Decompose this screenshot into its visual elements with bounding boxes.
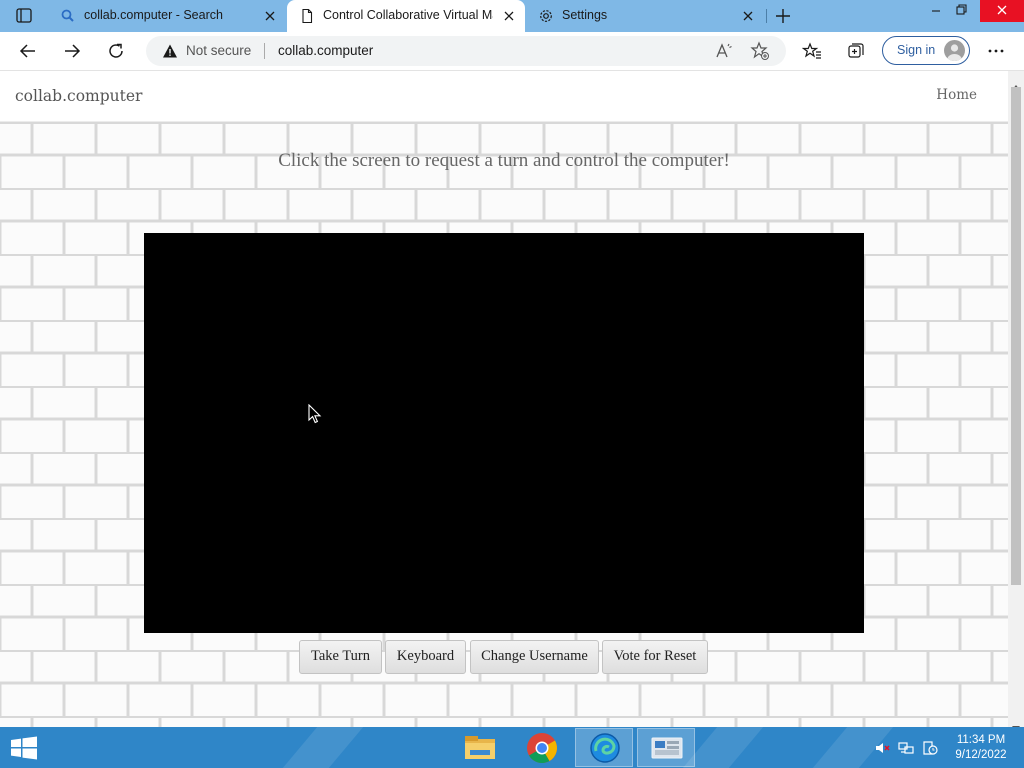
mouse-cursor-icon [308,403,322,424]
tab-collab-computer[interactable]: Control Collaborative Virtual Ma [287,0,525,32]
forward-icon[interactable] [62,41,82,61]
browser-tab-strip: collab.computer - Search Control Collabo… [0,0,1024,32]
sign-in-button[interactable]: Sign in [882,36,970,65]
collections-icon[interactable] [846,41,866,61]
window-close-icon[interactable] [980,0,1024,22]
tab-label: Control Collaborative Virtual Ma [323,8,493,22]
favorites-icon[interactable] [801,41,822,61]
action-center-icon[interactable] [922,740,938,756]
taskbar-decoration [282,727,364,768]
new-tab-icon[interactable] [772,6,794,26]
server-manager-icon[interactable] [637,728,695,767]
close-icon[interactable] [501,8,517,24]
file-explorer-icon[interactable] [451,728,509,767]
keyboard-button[interactable]: Keyboard [385,640,466,674]
system-clock[interactable]: 11:34 PM 9/12/2022 [948,733,1014,763]
network-icon[interactable] [898,740,914,756]
tab-label: Settings [562,8,608,22]
close-icon[interactable] [262,8,278,24]
headline-text: Click the screen to request a turn and c… [278,150,730,171]
take-turn-button[interactable]: Take Turn [299,640,382,674]
clock-date: 9/12/2022 [955,749,1007,761]
page-scrollbar[interactable] [1008,71,1024,731]
search-icon [60,8,76,24]
page-headline: Click the screen to request a turn and c… [0,150,1008,172]
nav-home-link[interactable]: Home [936,87,977,103]
gear-icon [538,8,554,24]
restore-icon[interactable] [946,0,976,22]
site-brand[interactable]: collab.computer [15,87,142,105]
refresh-icon[interactable] [106,41,126,61]
sign-in-label: Sign in [897,43,936,57]
tab-search[interactable]: collab.computer - Search [48,0,286,32]
warning-icon[interactable] [162,43,178,59]
more-menu-icon[interactable] [986,41,1006,61]
edge-icon[interactable] [575,728,633,767]
change-username-button[interactable]: Change Username [470,640,599,674]
url-text[interactable]: collab.computer [278,43,373,58]
scrollbar-thumb[interactable] [1011,87,1021,585]
address-bar[interactable]: Not secure collab.computer [146,36,786,66]
close-icon[interactable] [740,8,756,24]
tab-actions-icon[interactable] [8,6,40,26]
windows-taskbar: 11:34 PM 9/12/2022 [0,727,1024,768]
avatar-icon [944,40,965,61]
read-aloud-icon[interactable] [714,41,734,61]
tab-separator [766,9,767,23]
address-divider [264,43,265,59]
clock-time: 11:34 PM [956,734,1006,746]
back-icon[interactable] [18,41,38,61]
remote-screen[interactable] [144,233,864,633]
windows-start-icon[interactable] [10,736,38,760]
control-buttons: Take Turn Keyboard Change Username Vote … [0,640,1008,674]
speaker-muted-icon[interactable] [874,740,890,756]
tab-settings[interactable]: Settings [526,0,764,32]
tab-label: collab.computer - Search [84,8,223,22]
site-navbar: collab.computer Home [0,71,1008,122]
add-favorite-icon[interactable] [750,41,770,61]
vote-for-reset-button[interactable]: Vote for Reset [602,640,708,674]
browser-toolbar: Not secure collab.computer Sign in [0,32,1024,71]
page-icon [299,8,315,24]
security-status[interactable]: Not secure [186,43,251,58]
chrome-icon[interactable] [513,728,571,767]
page-viewport: collab.computer Home Click the screen to… [0,71,1008,727]
